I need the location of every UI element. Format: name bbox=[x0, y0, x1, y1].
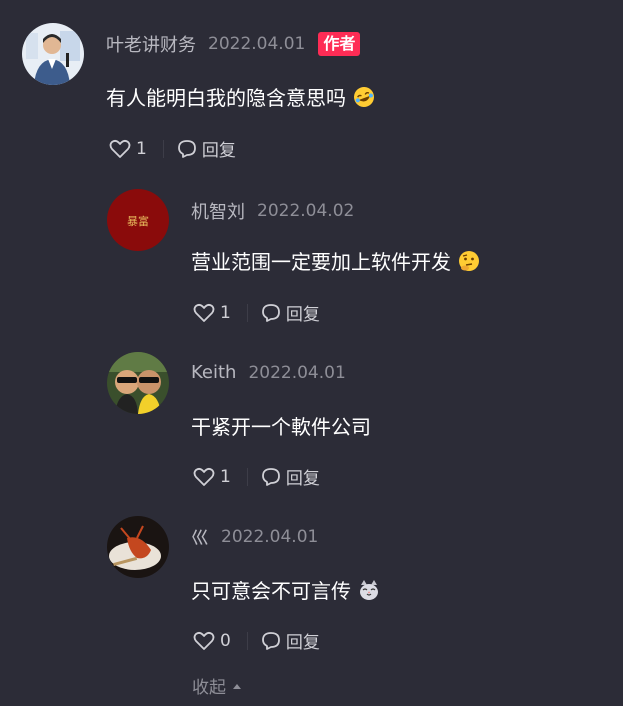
comment-date: 2022.04.02 bbox=[257, 201, 355, 221]
action-divider bbox=[246, 303, 248, 322]
comment-text: 干紧开一个軟件公司 bbox=[191, 415, 371, 439]
reply-item: 暴富 机智刘 2022.04.02 营业范围一定要加上软件开发 1 回复 bbox=[0, 170, 623, 335]
comment-date: 2022.04.01 bbox=[208, 34, 306, 54]
heart-icon bbox=[193, 467, 215, 486]
comment-date: 2022.04.01 bbox=[248, 362, 346, 383]
heart-icon bbox=[109, 139, 131, 158]
username[interactable]: Keith bbox=[191, 362, 236, 383]
reply-label: 回复 bbox=[285, 469, 320, 489]
like-count: 1 bbox=[220, 302, 231, 323]
comment-date: 2022.04.01 bbox=[221, 527, 319, 547]
rolling-laughing-emoji-icon bbox=[353, 86, 375, 108]
reply-button[interactable]: 回复 bbox=[261, 464, 320, 489]
heart-icon bbox=[193, 303, 215, 322]
action-divider bbox=[246, 631, 248, 650]
reply-item: 巛 2022.04.01 只可意会不可言传 0 回复 bbox=[0, 500, 623, 665]
username[interactable]: 巛 bbox=[191, 524, 209, 550]
comment-text: 营业范围一定要加上软件开发 bbox=[191, 250, 451, 274]
like-count: 1 bbox=[136, 138, 147, 159]
reply-label: 回复 bbox=[285, 305, 320, 325]
avatar[interactable] bbox=[107, 352, 169, 414]
author-badge: 作者 bbox=[318, 32, 361, 56]
username[interactable]: 机智刘 bbox=[191, 198, 245, 224]
cat-emoji-icon bbox=[358, 579, 380, 601]
caret-up-icon bbox=[233, 683, 241, 689]
reply-bubble-icon bbox=[177, 139, 196, 158]
avatar[interactable]: 暴富 bbox=[107, 189, 169, 251]
reply-label: 回复 bbox=[201, 141, 236, 161]
comment-text: 只可意会不可言传 bbox=[191, 579, 351, 603]
like-count: 1 bbox=[220, 466, 231, 487]
reply-bubble-icon bbox=[261, 303, 280, 322]
username[interactable]: 叶老讲财务 bbox=[106, 31, 196, 57]
action-divider bbox=[246, 467, 248, 486]
avatar[interactable] bbox=[22, 23, 84, 85]
reply-button[interactable]: 回复 bbox=[177, 136, 236, 161]
like-button[interactable]: 1 bbox=[109, 139, 147, 159]
comment-thread: 叶老讲财务 2022.04.01 作者 有人能明白我的隐含意思吗 1 回复 暴富… bbox=[0, 0, 623, 706]
reply-label: 回复 bbox=[285, 633, 320, 653]
like-button[interactable]: 0 bbox=[193, 631, 231, 651]
collapse-replies-button[interactable]: 收起 bbox=[192, 673, 242, 698]
reply-bubble-icon bbox=[261, 631, 280, 650]
action-divider bbox=[162, 139, 164, 158]
like-count: 0 bbox=[220, 630, 231, 651]
reply-bubble-icon bbox=[261, 467, 280, 486]
reply-item: Keith 2022.04.01 干紧开一个軟件公司 1 回复 bbox=[0, 335, 623, 500]
avatar[interactable] bbox=[107, 516, 169, 578]
avatar-text: 暴富 bbox=[127, 214, 149, 228]
like-button[interactable]: 1 bbox=[193, 467, 231, 487]
thinking-emoji-icon bbox=[458, 250, 480, 272]
comment-text: 有人能明白我的隐含意思吗 bbox=[106, 86, 346, 110]
reply-button[interactable]: 回复 bbox=[261, 628, 320, 653]
collapse-label: 收起 bbox=[192, 678, 226, 698]
comment-item: 叶老讲财务 2022.04.01 作者 有人能明白我的隐含意思吗 1 回复 bbox=[0, 0, 623, 170]
heart-icon bbox=[193, 631, 215, 650]
like-button[interactable]: 1 bbox=[193, 303, 231, 323]
reply-button[interactable]: 回复 bbox=[261, 300, 320, 325]
